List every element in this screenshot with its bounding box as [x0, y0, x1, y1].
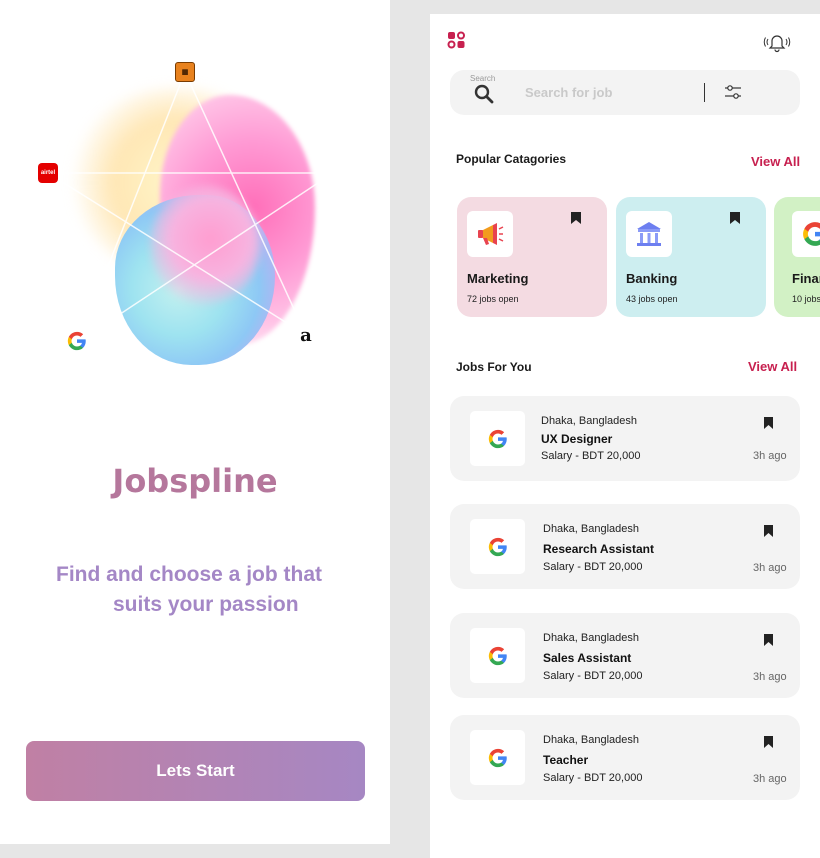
popular-categories-title: Popular Catagories — [456, 152, 567, 166]
job-card[interactable]: Dhaka, Bangladesh Teacher Salary - BDT 2… — [450, 715, 800, 800]
airtel-logo: airtel — [38, 163, 58, 183]
bookmark-icon[interactable] — [763, 416, 774, 430]
category-count: 72 jobs open — [467, 294, 519, 304]
lets-start-button[interactable]: Lets Start — [26, 741, 365, 801]
job-title: Research Assistant — [543, 542, 654, 556]
google-icon — [470, 730, 525, 785]
amazon-logo: a — [300, 324, 312, 346]
job-posted-time: 3h ago — [753, 562, 787, 574]
category-count: 43 jobs open — [626, 294, 678, 304]
job-card[interactable]: Dhaka, Bangladesh Sales Assistant Salary… — [450, 613, 800, 698]
bookmark-icon[interactable] — [763, 735, 774, 749]
tagline-line-2: suits your passion — [113, 593, 299, 616]
google-icon — [470, 519, 525, 574]
hero-illustration: ▦ airtel a — [30, 55, 360, 385]
bookmark-icon[interactable] — [763, 524, 774, 538]
filter-icon[interactable] — [723, 82, 743, 102]
job-card[interactable]: Dhaka, Bangladesh Research Assistant Sal… — [450, 504, 800, 589]
search-bar: Search — [450, 70, 800, 115]
google-logo — [67, 331, 87, 351]
job-location: Dhaka, Bangladesh — [541, 415, 638, 427]
job-title: Sales Assistant — [543, 651, 632, 665]
category-name: Finance — [792, 271, 820, 286]
megaphone-icon — [467, 211, 513, 257]
search-input[interactable] — [525, 81, 695, 103]
category-count: 10 jobs open — [792, 294, 820, 304]
job-card[interactable]: Dhaka, Bangladesh UX Designer Salary - B… — [450, 396, 800, 481]
tagline: Find and choose a job that suits your pa… — [56, 560, 356, 620]
search-divider — [704, 83, 705, 102]
menu-icon[interactable] — [447, 31, 467, 49]
job-title: UX Designer — [541, 432, 613, 446]
google-icon — [792, 211, 820, 257]
category-card-banking[interactable]: Banking 43 jobs open — [616, 197, 766, 317]
job-location: Dhaka, Bangladesh — [543, 523, 640, 535]
job-title: Teacher — [543, 753, 589, 767]
bookmark-icon[interactable] — [763, 633, 774, 647]
job-posted-time: 3h ago — [753, 671, 787, 683]
home-screen: Search Popular Catagories View All — [430, 14, 820, 858]
bookmark-icon[interactable] — [570, 211, 582, 225]
job-salary: Salary - BDT 20,000 — [543, 561, 643, 573]
popular-view-all-link[interactable]: View All — [751, 154, 800, 169]
tagline-line-1: Find and choose a job that — [56, 563, 323, 586]
category-card-marketing[interactable]: Marketing 72 jobs open — [457, 197, 607, 317]
job-salary: Salary - BDT 20,000 — [543, 772, 643, 784]
notification-bell-icon[interactable] — [762, 31, 792, 53]
bank-icon — [626, 211, 672, 257]
jobs-for-you-title: Jobs For You — [456, 360, 532, 374]
job-posted-time: 3h ago — [753, 450, 787, 462]
onboarding-screen: ▦ airtel a Jobspline Find and choose a j… — [0, 0, 390, 844]
job-location: Dhaka, Bangladesh — [543, 734, 640, 746]
bookmark-icon[interactable] — [729, 211, 741, 225]
category-name: Marketing — [467, 271, 529, 286]
job-posted-time: 3h ago — [753, 773, 787, 785]
app-title: Jobspline — [112, 462, 278, 500]
google-icon — [470, 628, 525, 683]
category-card-finance[interactable]: Finance 10 jobs open — [774, 197, 820, 317]
category-name: Banking — [626, 271, 678, 286]
bk-logo: ▦ — [175, 62, 195, 82]
jobs-view-all-link[interactable]: View All — [748, 359, 797, 374]
search-icon[interactable] — [474, 84, 494, 104]
search-label: Search — [470, 74, 496, 83]
job-salary: Salary - BDT 20,000 — [543, 670, 643, 682]
job-salary: Salary - BDT 20,000 — [541, 450, 641, 462]
google-icon — [470, 411, 525, 466]
job-location: Dhaka, Bangladesh — [543, 632, 640, 644]
microsoft-logo — [324, 163, 340, 181]
